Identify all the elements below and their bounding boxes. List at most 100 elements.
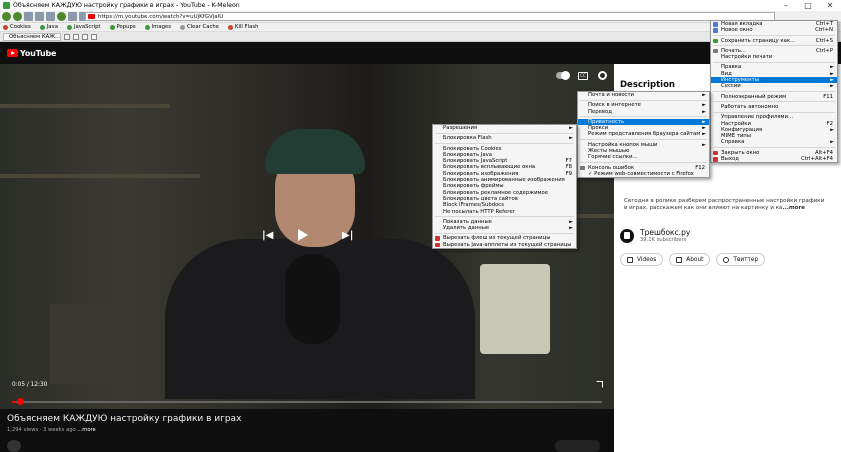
menu-item-label: Разрешения [443,125,478,131]
home-icon[interactable] [46,12,55,21]
menu-item[interactable]: Настройки печати [711,54,837,60]
channel-info[interactable]: Трешбокс.ру 39.1K subscribers [620,228,690,243]
menu-item[interactable]: Вырезать java-апплеты из текущей страниц… [433,242,576,248]
submenu-arrow-icon: ► [702,131,706,138]
menu-separator [435,216,574,218]
menu-item[interactable]: Новое окно Ctrl+N [711,27,837,33]
menu-item-label: MIME типы [721,133,751,140]
maximize-button[interactable]: □ [797,1,819,10]
menu-item-icon [713,48,718,54]
stop-icon[interactable] [35,12,44,21]
back-icon[interactable] [2,12,11,21]
menu-item-label: Жесты мышью [588,148,630,155]
menu-item-icon [580,165,585,171]
tab-youtube[interactable]: Объясняем КАЖ... [3,32,61,41]
menu-item-label: Вырезать флеш из текущей страницы [443,235,551,242]
submenu-arrow-icon: ► [830,139,834,146]
description-heading: Description [620,80,675,90]
description-more-link[interactable]: ...more [782,205,805,211]
menu-item[interactable]: Разрешения ► [433,125,576,131]
video-time: 0:05 / 12:30 [12,382,48,388]
previous-icon[interactable]: |◀ [262,230,273,241]
toolbar-javascript[interactable]: JavaScript [66,24,101,30]
channel-avatar[interactable] [620,228,634,243]
videos-button[interactable]: Videos [620,253,664,266]
menu-item[interactable]: Режим представления браузера сайтам ► [578,131,709,137]
menu-item-label: Новая вкладка [721,21,763,27]
menu-separator [580,116,707,118]
print-icon[interactable] [68,12,77,21]
autoplay-toggle[interactable] [556,71,570,80]
channel-subscribers: 39.1K subscribers [640,237,687,243]
menu-item[interactable]: Полноэкранный режим F11 [711,94,837,100]
close-button[interactable]: ✕ [819,1,841,10]
show-more-link[interactable]: ...more [77,427,95,433]
progress-fill [12,401,17,403]
menu-item[interactable]: Перевод ► [578,109,709,115]
subscribe-button[interactable] [555,440,600,452]
menu-item-label: Поиск в интернете [588,102,641,109]
reload-icon[interactable] [24,12,33,21]
menu-item-label: Выход [721,156,739,163]
menu-separator [435,232,574,234]
forward-icon[interactable] [13,12,22,21]
menu-item[interactable]: Сохранить страницу как... Ctrl+S [711,38,837,44]
menu-item[interactable]: Справка ► [711,139,837,145]
toolbar-popups[interactable]: Popups [109,24,136,30]
menu-item[interactable]: Горячие ссылки... [578,154,709,160]
menu-separator [713,61,835,63]
menu-item-shortcut: F11 [823,93,833,100]
window-title: Объясняем КАЖДУЮ настройку графики в игр… [13,2,240,9]
toolbar-clear-cache[interactable]: Clear Cache [179,24,219,30]
menu-separator [580,139,707,141]
menu-item[interactable]: Удалить данные ► [433,225,576,231]
captions-button[interactable]: CC [578,72,588,80]
twitter-button[interactable]: Твиттер [716,253,766,266]
address-bar[interactable]: https://m.youtube.com/watch?v=uUjKfGVjaI… [85,12,775,21]
tab-list-icon[interactable] [64,33,70,40]
channel-avatar-small[interactable] [7,440,21,452]
menu-item-label: Block IFrames/Subdocs [443,202,504,209]
menu-separator [435,143,574,145]
toolbar-kill-flash[interactable]: Kill Flash [227,24,258,30]
youtube-play-logo-icon [7,49,18,57]
tools-submenu: Почта и новости ► Поиск в интернете ► Перево… [577,91,710,179]
menu-item-label: Перевод [588,108,612,115]
menu-item[interactable]: Не посылать HTTP Referer [433,209,576,215]
bookmark-icon[interactable] [57,12,66,21]
menu-item[interactable]: Почта и новости ► [578,92,709,98]
tab-new-icon[interactable] [91,33,97,40]
progress-scrubber[interactable] [17,398,24,405]
menu-item-label: Справка [721,139,745,146]
background-shelf [0,174,200,178]
menu-item-label: ✓ Режим web-совместимости с Firefox [588,170,694,177]
toolbar-java[interactable]: Java [39,24,58,30]
menu-item[interactable]: Выход Ctrl+Alt+F4 [711,156,837,162]
tab-close-icon[interactable] [73,33,79,40]
play-icon[interactable] [298,229,308,241]
channel-name[interactable]: Трешбокс.ру [640,228,690,237]
progress-bar[interactable] [12,401,602,403]
menu-item-icon [713,28,718,33]
url-text[interactable]: https://m.youtube.com/watch?v=uUjKfGVjaI… [98,14,223,20]
menu-item[interactable]: Блокировка Flash ► [433,135,576,141]
fullscreen-icon[interactable] [596,381,603,388]
submenu-arrow-icon: ► [569,135,573,142]
menu-item-label: Блокировка Flash [443,135,492,142]
tab-bookmark-icon[interactable] [82,33,88,40]
menu-item[interactable]: ✓ Режим web-совместимости с Firefox [578,171,709,177]
settings-gear-icon[interactable] [598,71,607,80]
images-icon [144,24,150,30]
toolbar-images[interactable]: Images [144,24,171,30]
menu-item-label: Вырезать java-апплеты из текущей страниц… [443,241,572,248]
submenu-arrow-icon: ► [702,92,706,98]
youtube-logo[interactable]: YouTube [7,49,56,58]
about-button[interactable]: About [669,253,711,266]
menu-item-label: Не посылать HTTP Referer [443,208,515,215]
menu-item[interactable]: Работать автономно [711,104,837,110]
next-icon[interactable]: ▶| [342,230,353,241]
menu-item-label: Показать данные [443,218,492,225]
minimize-button[interactable]: – [775,1,797,10]
toolbar-cookies[interactable]: Cookies [3,24,31,30]
menu-item[interactable]: Сессии ► [711,83,837,89]
